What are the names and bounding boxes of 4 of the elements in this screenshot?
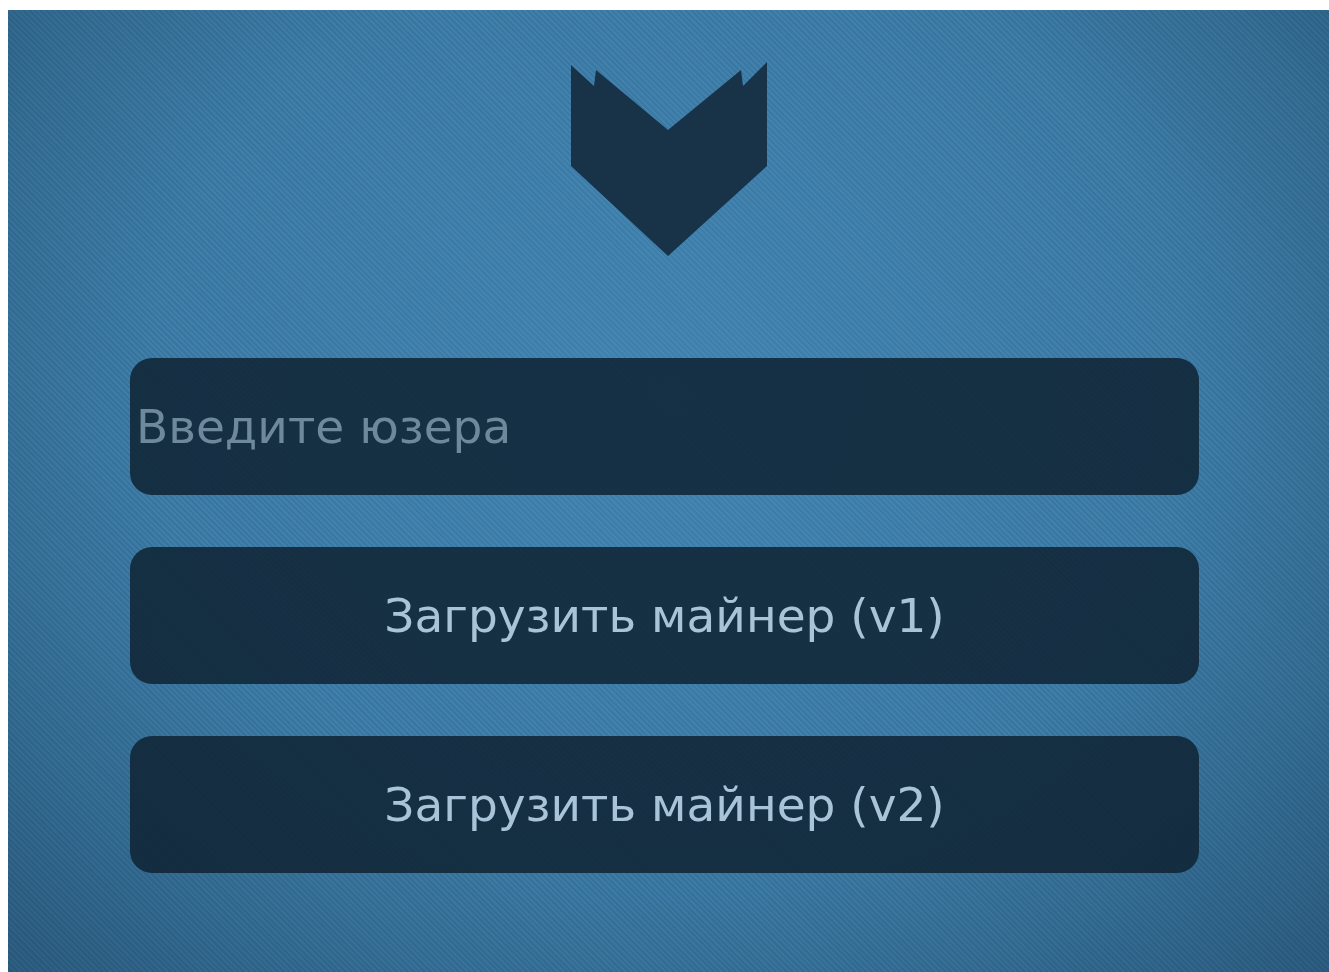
username-field[interactable]: Введите юзера <box>130 358 1199 495</box>
download-button[interactable]: Загрузить майнер (v1) <box>130 547 1199 684</box>
logo-icon <box>570 62 767 256</box>
download-button[interactable]: Загрузить майнер (v2) <box>130 736 1199 873</box>
